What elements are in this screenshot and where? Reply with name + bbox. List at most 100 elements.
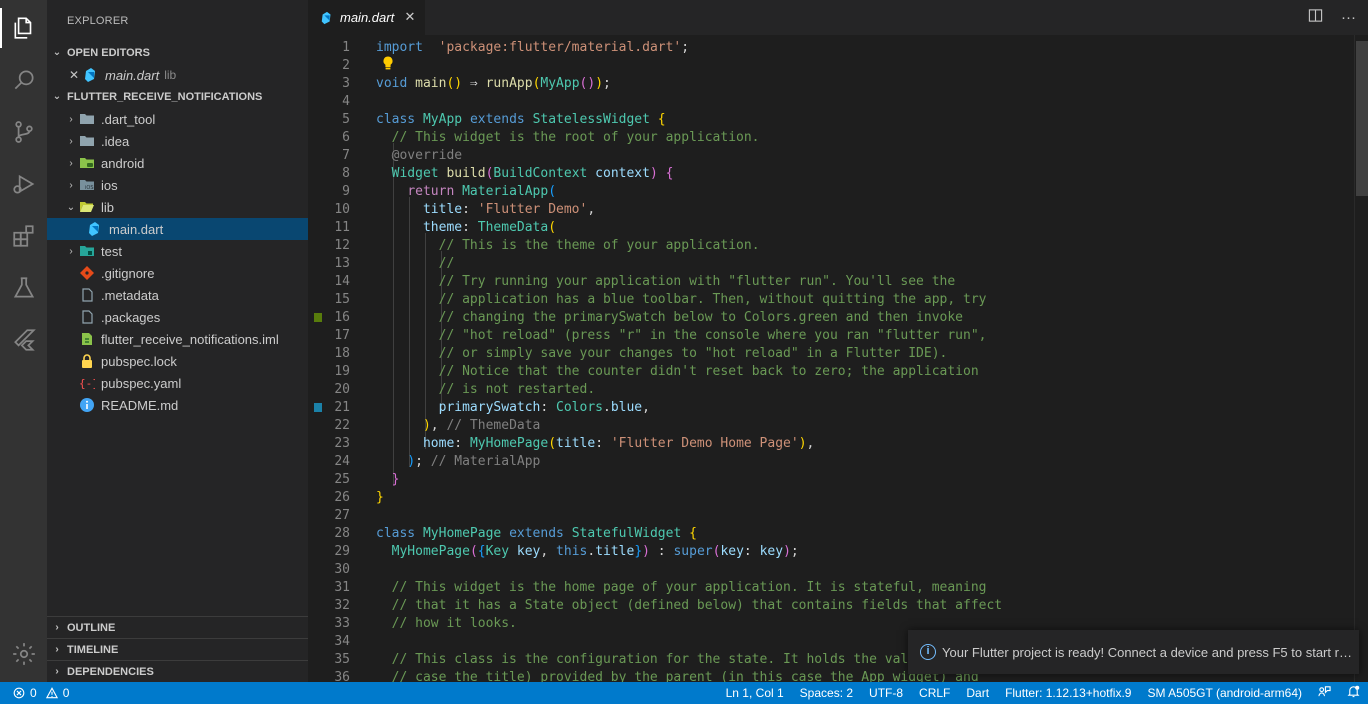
line-ending[interactable]: CRLF: [911, 686, 958, 700]
flutter-icon[interactable]: [0, 316, 47, 364]
line-number: 9: [342, 184, 350, 199]
tree-item-pubspec-yaml[interactable]: {-} pubspec.yaml: [47, 372, 308, 394]
code-line[interactable]: 7 @override: [308, 147, 1353, 165]
flutter-version[interactable]: Flutter: 1.12.13+hotfix.9: [997, 686, 1139, 700]
more-actions-icon[interactable]: ···: [1341, 9, 1356, 26]
editor-scrollbar[interactable]: [1354, 35, 1368, 682]
code-line[interactable]: 10 title: 'Flutter Demo',: [308, 201, 1353, 219]
gear-icon[interactable]: [0, 630, 47, 678]
code-line[interactable]: 20 // is not restarted.: [308, 381, 1353, 399]
code-line[interactable]: 24 ); // MaterialApp: [308, 453, 1353, 471]
encoding[interactable]: UTF-8: [861, 686, 911, 700]
code-editor[interactable]: 1 import 'package:flutter/material.dart';…: [308, 35, 1368, 682]
device-selector[interactable]: SM A505GT (android-arm64): [1139, 686, 1310, 700]
notifications-bell-icon[interactable]: [1339, 685, 1368, 701]
split-editor-icon[interactable]: [1308, 8, 1323, 27]
tree-item-metadata[interactable]: .metadata: [47, 284, 308, 306]
code-text: Widget build(BuildContext context) {: [391, 166, 674, 181]
tree-item-ios[interactable]: › iOS ios: [47, 174, 308, 196]
explorer-icon[interactable]: [0, 4, 47, 52]
close-icon[interactable]: ✕: [403, 9, 417, 25]
code-line[interactable]: 2: [308, 57, 1353, 75]
code-line[interactable]: 3 void main() ⇒ runApp(MyApp());: [308, 75, 1353, 93]
project-header[interactable]: ⌄ FLUTTER_RECEIVE_NOTIFICATIONS: [47, 86, 308, 108]
open-editors-header[interactable]: ⌄ OPEN EDITORS: [47, 42, 308, 64]
tree-item-lib[interactable]: ⌄ lib: [47, 196, 308, 218]
line-number: 30: [334, 562, 350, 577]
tree-item-flutter-receive-notifications-iml[interactable]: flutter_receive_notifications.iml: [47, 328, 308, 350]
code-line[interactable]: 14 // Try running your application with …: [308, 273, 1353, 291]
feedback-icon[interactable]: [1310, 685, 1339, 701]
tree-item-android[interactable]: › android: [47, 152, 308, 174]
open-editor-item[interactable]: ✕ main.dart lib: [47, 64, 308, 86]
extensions-icon[interactable]: [0, 212, 47, 260]
code-line[interactable]: 22 ), // ThemeData: [308, 417, 1353, 435]
tab-main-dart[interactable]: main.dart ✕: [308, 0, 425, 35]
code-line[interactable]: 12 // This is the theme of your applicat…: [308, 237, 1353, 255]
line-number: 11: [334, 220, 350, 235]
code-line[interactable]: 5 class MyApp extends StatelessWidget {: [308, 111, 1353, 129]
tree-item-label: main.dart: [109, 221, 164, 237]
tree-item-main-dart[interactable]: main.dart: [47, 218, 308, 240]
code-line[interactable]: 32 // that it has a State object (define…: [308, 597, 1353, 615]
code-line[interactable]: 9 return MaterialApp(: [308, 183, 1353, 201]
code-line[interactable]: 16 // changing the primarySwatch below t…: [308, 309, 1353, 327]
tree-item-packages[interactable]: .packages: [47, 306, 308, 328]
testing-icon[interactable]: [0, 264, 47, 312]
code-line[interactable]: 1 import 'package:flutter/material.dart';: [308, 39, 1353, 57]
test-folder-icon: [79, 243, 95, 259]
section-dependencies[interactable]: › DEPENDENCIES: [47, 660, 308, 682]
code-line[interactable]: 25 }: [308, 471, 1353, 489]
tree-item-gitignore[interactable]: .gitignore: [47, 262, 308, 284]
run-debug-icon[interactable]: [0, 160, 47, 208]
dart-file-icon: [87, 221, 103, 237]
code-line[interactable]: 11 theme: ThemeData(: [308, 219, 1353, 237]
code-line[interactable]: 18 // or simply save your changes to "ho…: [308, 345, 1353, 363]
tab-bar: main.dart ✕ ···: [308, 0, 1368, 35]
language-mode[interactable]: Dart: [958, 686, 997, 700]
tree-item-pubspec-lock[interactable]: pubspec.lock: [47, 350, 308, 372]
section-timeline[interactable]: › TIMELINE: [47, 638, 308, 660]
cursor-position[interactable]: Ln 1, Col 1: [718, 686, 792, 700]
code-line[interactable]: 17 // "hot reload" (press "r" in the con…: [308, 327, 1353, 345]
tree-item-test[interactable]: › test: [47, 240, 308, 262]
indentation[interactable]: Spaces: 2: [792, 686, 861, 700]
tree-item-idea[interactable]: › .idea: [47, 130, 308, 152]
source-control-icon[interactable]: [0, 108, 47, 156]
code-line[interactable]: 4: [308, 93, 1353, 111]
code-text: // Try running your application with "fl…: [438, 274, 956, 289]
code-line[interactable]: 13 //: [308, 255, 1353, 273]
code-line[interactable]: 15 // application has a blue toolbar. Th…: [308, 291, 1353, 309]
code-line[interactable]: 8 Widget build(BuildContext context) {: [308, 165, 1353, 183]
close-icon[interactable]: ✕: [67, 68, 81, 82]
code-line[interactable]: 29 MyHomePage({Key key, this.title}) : s…: [308, 543, 1353, 561]
problems-indicator[interactable]: 0 0: [0, 686, 69, 700]
code-line[interactable]: 27: [308, 507, 1353, 525]
tree-item-label: pubspec.lock: [101, 353, 177, 369]
tree-item-dart-tool[interactable]: › .dart_tool: [47, 108, 308, 130]
tree-item-label: lib: [101, 199, 115, 215]
tree-item-label: android: [101, 155, 145, 171]
search-icon[interactable]: [0, 56, 47, 104]
tree-item-readme-md[interactable]: README.md: [47, 394, 308, 416]
code-line[interactable]: 30: [308, 561, 1353, 579]
code-line[interactable]: 28 class MyHomePage extends StatefulWidge…: [308, 525, 1353, 543]
code-line[interactable]: 31 // This widget is the home page of yo…: [308, 579, 1353, 597]
section-outline[interactable]: › OUTLINE: [47, 616, 308, 638]
code-line[interactable]: 23 home: MyHomePage(title: 'Flutter Demo…: [308, 435, 1353, 453]
code-text: // or simply save your changes to "hot r…: [438, 346, 948, 361]
line-number: 33: [334, 616, 350, 631]
tree-item-label: .dart_tool: [101, 111, 156, 127]
activity-bar: [0, 0, 47, 682]
code-text: }: [391, 472, 400, 487]
iml-file-icon: [79, 331, 95, 347]
notification-toast[interactable]: i Your Flutter project is ready! Connect…: [908, 630, 1359, 674]
scrollbar-thumb[interactable]: [1356, 41, 1368, 196]
code-line[interactable]: 21 primarySwatch: Colors.blue,: [308, 399, 1353, 417]
code-text: // "hot reload" (press "r" in the consol…: [438, 328, 987, 343]
code-line[interactable]: 26}: [308, 489, 1353, 507]
git-file-icon: [79, 265, 95, 281]
chevron-right-icon: ›: [69, 245, 73, 257]
code-line[interactable]: 6 // This widget is the root of your app…: [308, 129, 1353, 147]
code-line[interactable]: 19 // Notice that the counter didn't res…: [308, 363, 1353, 381]
